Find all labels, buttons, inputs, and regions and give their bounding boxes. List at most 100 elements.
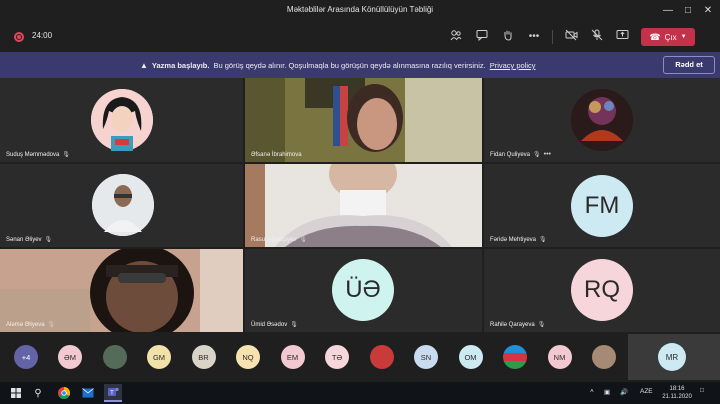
volume-icon[interactable]: 🔊 xyxy=(620,388,628,396)
participant-avatar xyxy=(91,89,153,151)
svg-text:T: T xyxy=(110,391,114,397)
participant-video-tile[interactable]: Rasul Ağakişiyev 🎙 xyxy=(245,164,482,247)
chat-icon[interactable] xyxy=(474,29,490,45)
participant-chip[interactable]: SN xyxy=(414,345,438,369)
participant-video xyxy=(245,164,482,247)
self-avatar: MR xyxy=(658,343,686,371)
participant-tile[interactable]: RQ Rahilə Qarayeva 🎙 xyxy=(484,249,720,332)
tray-chevron-icon[interactable]: ˄ xyxy=(590,388,594,395)
participant-name: Fidan Quliyeva xyxy=(490,151,531,158)
participant-chip-flag[interactable] xyxy=(503,345,527,369)
participant-avatar: RQ xyxy=(571,259,633,321)
share-screen-icon[interactable] xyxy=(614,29,630,45)
participant-tile[interactable]: Sənan Əliyev 🎙 xyxy=(0,164,243,247)
participant-tile[interactable]: FM Fəridə Mehtiyeva 🎙 xyxy=(484,164,720,247)
participant-chip[interactable]: TƏ xyxy=(325,345,349,369)
recording-icon xyxy=(14,32,24,42)
clock-time: 18:16 xyxy=(669,386,685,392)
camera-off-icon[interactable] xyxy=(563,29,579,45)
mail-icon[interactable] xyxy=(80,385,96,401)
window-title: Məktəblilər Arasında Könüllülüyün Təbliğ… xyxy=(286,5,434,14)
mic-off-icon[interactable] xyxy=(589,29,605,45)
avatar-initials: RQ xyxy=(584,276,620,303)
maximize-icon[interactable]: □ xyxy=(680,3,696,19)
chip-initials: NM xyxy=(553,352,566,362)
participant-chip[interactable]: OM xyxy=(458,345,483,369)
participant-name: Sənan Əliyev xyxy=(6,236,42,243)
participant-chip[interactable]: ƏM xyxy=(58,345,82,369)
meeting-timer: 24:00 xyxy=(32,31,53,40)
mic-off-icon: 🎙 xyxy=(47,322,56,328)
avatar-initials: FM xyxy=(584,192,620,219)
more-actions-icon[interactable]: ••• xyxy=(526,29,542,45)
chip-initials: OM xyxy=(464,352,477,362)
participant-name: Rasul Ağakişiyev xyxy=(251,236,297,243)
mic-off-icon: 🎙 xyxy=(62,152,70,158)
overflow-participants-button[interactable]: +4 xyxy=(14,345,38,369)
chip-initials: TƏ xyxy=(331,352,343,362)
os-taskbar: ⚲ T ˄ ▣ 🔊 AZE 18:16 21.11.2020 □ xyxy=(0,382,720,404)
chip-initials: GM xyxy=(152,352,166,362)
chevron-down-icon: ▼ xyxy=(680,34,687,40)
mic-off-icon: 🎙 xyxy=(44,237,53,243)
participant-tile[interactable]: Suduş Məmmədova 🎙 xyxy=(0,78,243,162)
participant-chip[interactable]: NQ xyxy=(236,345,260,369)
participant-video xyxy=(0,249,243,332)
clock-date: 21.11.2020 xyxy=(662,394,692,400)
hang-up-icon: ☎ xyxy=(649,31,661,42)
mic-off-icon: 🎙 xyxy=(299,237,307,243)
title-bar: Məktəblilər Arasında Könüllülüyün Təbliğ… xyxy=(0,0,720,22)
chip-initials: SN xyxy=(420,352,432,362)
more-options-icon[interactable]: ••• xyxy=(544,151,551,158)
participant-chip-photo[interactable] xyxy=(592,345,616,369)
network-icon[interactable]: ▣ xyxy=(604,388,610,396)
participant-tile[interactable]: Fidan Quliyeva 🎙 ••• xyxy=(484,78,720,162)
privacy-policy-link[interactable]: Privacy policy xyxy=(490,61,536,70)
participant-video-tile[interactable]: Əfsanə İbrahimova xyxy=(245,78,482,162)
participant-chip[interactable]: BR xyxy=(191,345,216,369)
video-grid: Suduş Məmmədova 🎙 Əfsanə İbrahimova Fidan… xyxy=(0,78,720,332)
toolbar-divider xyxy=(552,30,553,44)
participant-avatar: FM xyxy=(571,175,633,237)
system-clock[interactable]: 18:16 21.11.2020 xyxy=(660,385,694,401)
mic-off-icon: 🎙 xyxy=(533,152,541,158)
participant-tile[interactable]: ÜƏ Ümid Əsədov 🎙 xyxy=(245,249,482,332)
close-icon[interactable]: ✕ xyxy=(700,3,716,19)
raise-hand-icon[interactable] xyxy=(500,29,516,45)
notifications-icon[interactable]: □ xyxy=(700,387,704,394)
chip-initials: EM xyxy=(286,352,299,362)
chrome-icon[interactable] xyxy=(56,385,72,401)
participant-video-tile[interactable]: Aləmə Əliyeva 🎙 xyxy=(0,249,243,332)
minimize-icon[interactable]: — xyxy=(660,3,676,19)
participant-strip: +4 ƏM GM BR NQ EM TƏ SN OM NM MR xyxy=(0,332,720,382)
participant-chip[interactable]: EM xyxy=(280,345,305,369)
chip-initials: ƏM xyxy=(64,352,76,362)
participant-name: Əfsanə İbrahimova xyxy=(251,152,302,158)
participant-name: Rahilə Qarayeva xyxy=(490,321,535,328)
participants-icon[interactable] xyxy=(448,29,464,45)
banner-bold-text: Yazma başlayıb. xyxy=(151,61,210,70)
windows-start-icon[interactable] xyxy=(8,385,24,401)
participant-chip[interactable]: GM xyxy=(147,345,171,369)
participant-chip-photo[interactable] xyxy=(369,345,394,369)
leave-button[interactable]: ☎ Çıx ▼ xyxy=(641,28,695,46)
teams-icon[interactable]: T xyxy=(104,384,122,402)
recording-banner: ▲ Yazma başlayıb. Bu görüş qeydə alınır.… xyxy=(0,52,720,78)
mic-off-icon: 🎙 xyxy=(290,322,298,328)
chip-initials: NQ xyxy=(242,352,254,362)
language-indicator[interactable]: AZE xyxy=(640,388,653,395)
search-icon[interactable]: ⚲ xyxy=(30,385,46,401)
participant-chip-photo[interactable] xyxy=(102,345,127,369)
mic-off-icon: 🎙 xyxy=(537,322,546,328)
dismiss-button[interactable]: Rədd et xyxy=(663,56,715,74)
participant-video xyxy=(245,78,482,162)
participant-avatar xyxy=(571,89,633,151)
participant-chip[interactable]: NM xyxy=(547,345,572,369)
participant-name: Fəridə Mehtiyeva xyxy=(490,236,537,243)
participant-name: Aləmə Əliyeva xyxy=(6,321,45,328)
leave-label: Çıx xyxy=(664,32,677,42)
self-view-tile[interactable]: MR xyxy=(628,334,720,380)
banner-text: Bu görüş qeydə alınır. Qoşulmaqla bu gör… xyxy=(213,61,486,70)
participant-avatar: ÜƏ xyxy=(332,259,394,321)
mic-off-icon: 🎙 xyxy=(539,237,547,243)
